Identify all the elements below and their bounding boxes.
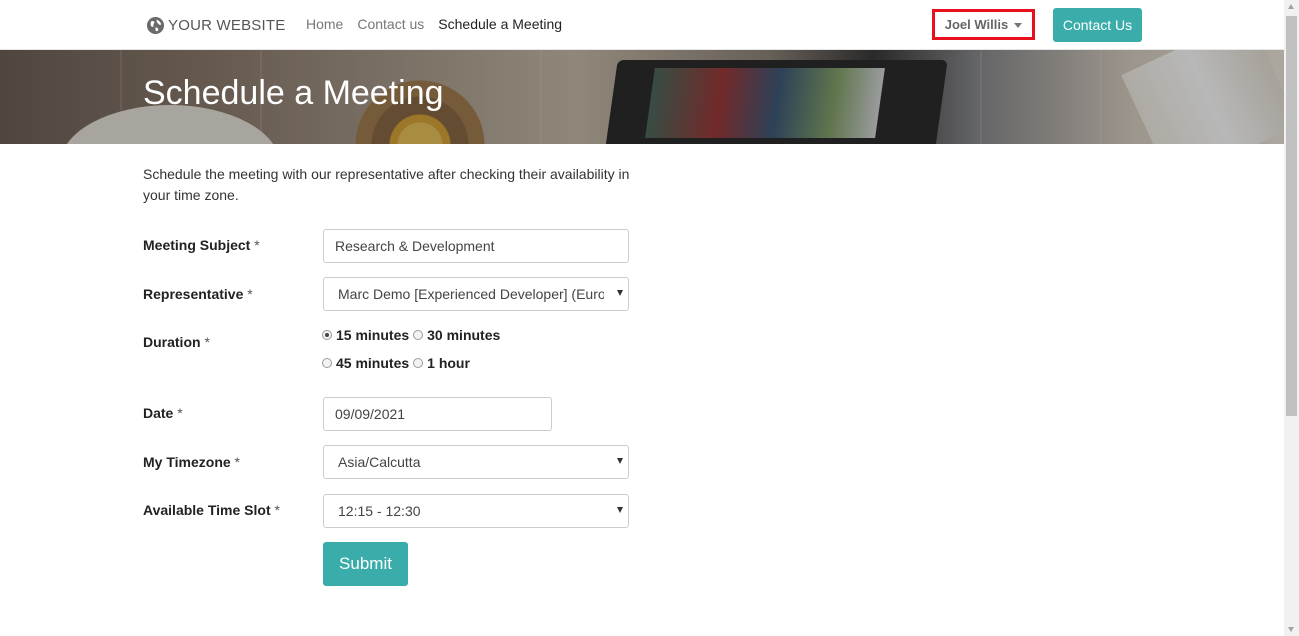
dropdown-arrow-icon [617,290,623,296]
scroll-up-arrow-icon[interactable] [1288,4,1294,9]
intro-text: Schedule the meeting with our representa… [143,166,630,203]
time-slot-label: Available Time Slot * [143,502,280,518]
nav-link-home[interactable]: Home [306,16,343,32]
radio-unchecked-icon[interactable] [413,330,424,340]
required-marker: * [234,454,240,470]
radio-unchecked-icon[interactable] [322,358,332,368]
contact-us-button[interactable]: Contact Us [1053,8,1142,42]
page-scrollbar[interactable] [1284,0,1299,636]
hero-banner: Schedule a Meeting [0,50,1284,144]
meeting-subject-input[interactable]: Research & Development [323,229,629,263]
radio-checked-icon[interactable] [322,330,332,340]
required-marker: * [177,405,183,421]
top-navbar: YOUR WEBSITE Home Contact us Schedule a … [0,0,1284,50]
time-slot-select[interactable]: 12:15 - 12:30 [323,494,629,528]
dropdown-arrow-icon [617,458,623,464]
required-marker: * [254,237,260,253]
duration-option-15-minutes[interactable]: 15 minutes [322,327,409,343]
nav-link-schedule-meeting[interactable]: Schedule a Meeting [438,16,562,32]
date-input[interactable]: 09/09/2021 [323,397,552,431]
radio-unchecked-icon[interactable] [413,358,424,368]
nav-link-contact-us[interactable]: Contact us [357,16,424,32]
required-marker: * [274,502,280,518]
required-marker: * [204,334,210,350]
dropdown-arrow-icon [617,507,623,513]
representative-label: Representative * [143,286,253,302]
duration-label: Duration * [143,334,210,350]
timezone-select[interactable]: Asia/Calcutta [323,445,629,479]
user-menu-dropdown[interactable]: Joel Willis [932,9,1035,40]
user-name: Joel Willis [944,17,1009,32]
duration-options-row-1: 15 minutes 30 minutes [322,327,504,343]
site-logo[interactable]: YOUR WEBSITE [146,13,285,37]
page-title: Schedule a Meeting [143,74,444,112]
duration-options-row-2: 45 minutes 1 hour [322,355,474,371]
meeting-subject-label: Meeting Subject * [143,237,260,253]
globe-icon [146,16,165,34]
scroll-down-arrow-icon[interactable] [1288,627,1294,632]
required-marker: * [247,286,253,302]
scrollbar-thumb[interactable] [1286,16,1297,416]
timezone-label: My Timezone * [143,454,240,470]
submit-button[interactable]: Submit [323,542,408,586]
brand-name: YOUR WEBSITE [168,16,286,34]
duration-option-45-minutes[interactable]: 45 minutes [322,355,409,371]
main-nav: Home Contact us Schedule a Meeting [306,16,576,32]
representative-select[interactable]: Marc Demo [Experienced Developer] (Europ… [323,277,629,311]
date-label: Date * [143,405,183,421]
duration-option-1-hour[interactable]: 1 hour [413,355,470,371]
duration-option-30-minutes[interactable]: 30 minutes [413,327,500,343]
caret-down-icon [1014,22,1023,28]
